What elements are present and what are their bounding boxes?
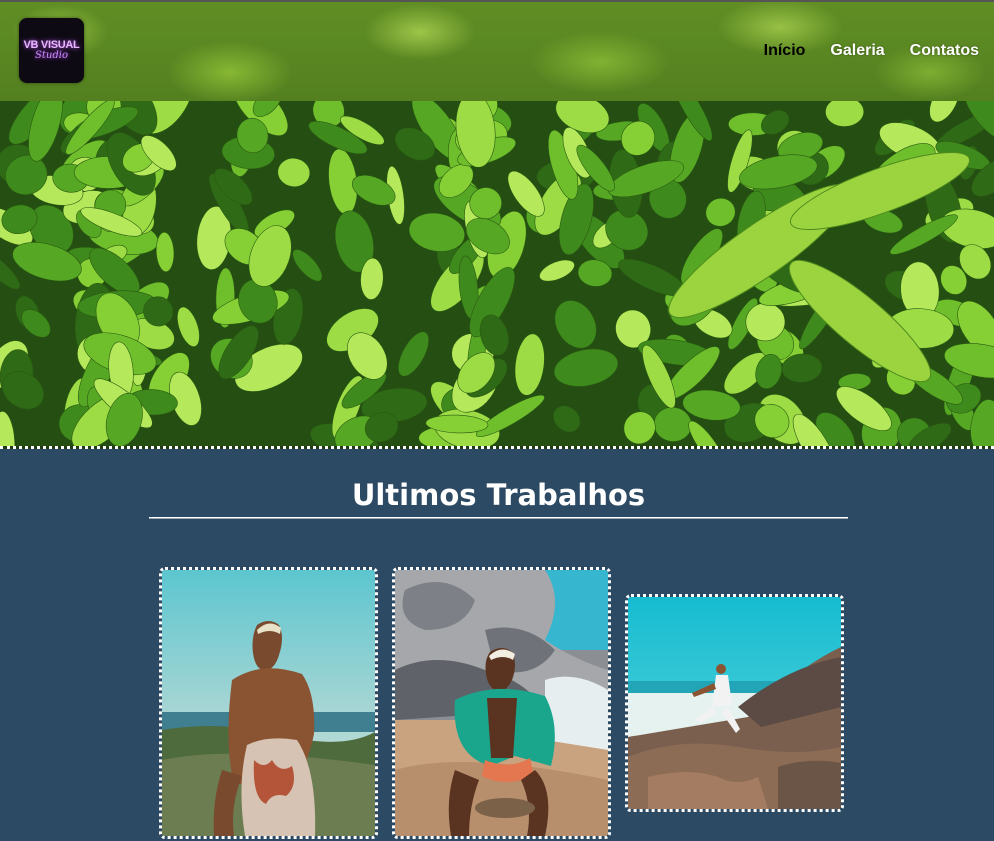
gallery-photo-1[interactable]: [159, 567, 378, 839]
photo-model-rocks-jacket: [395, 570, 608, 836]
nav-link-inicio[interactable]: Início: [764, 42, 806, 60]
photo-model-rocks-beach: [628, 597, 841, 809]
main-nav: Início Galeria Contatos: [739, 42, 979, 60]
logo-script: Studio: [35, 50, 68, 61]
photo-model-coast: [162, 570, 375, 836]
section-title: Ultimos Trabalhos: [351, 478, 646, 512]
hero-banner: [0, 101, 994, 449]
title-divider: [149, 517, 848, 519]
site-logo[interactable]: VB VISUAL Studio: [19, 18, 84, 83]
nav-link-galeria[interactable]: Galeria: [830, 42, 884, 60]
hero-leaves-image: [0, 101, 994, 446]
gallery-photo-2[interactable]: [392, 567, 611, 839]
site-header: VB VISUAL Studio Início Galeria Contatos: [0, 0, 994, 101]
gallery-photo-3[interactable]: [625, 594, 844, 812]
nav-link-contatos[interactable]: Contatos: [910, 42, 979, 60]
